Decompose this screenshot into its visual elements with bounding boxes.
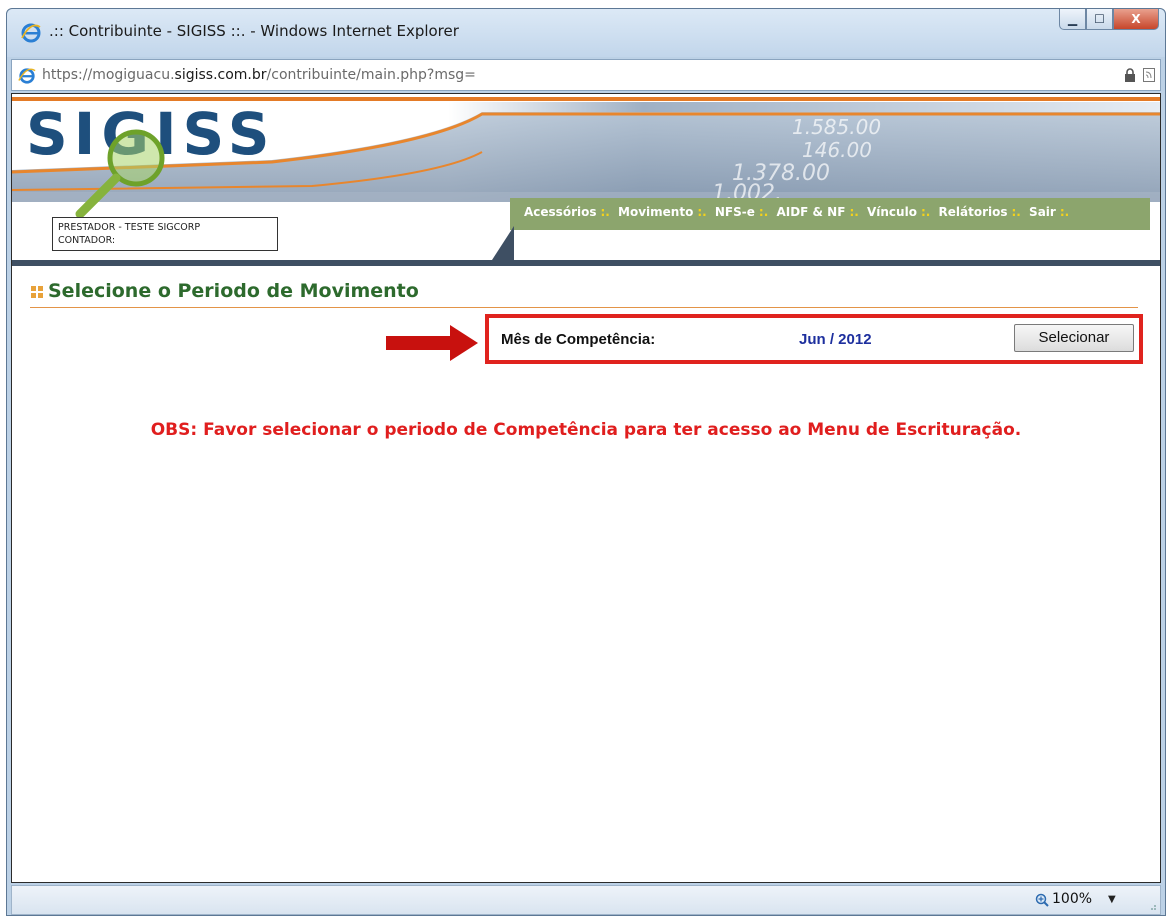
section-divider bbox=[30, 307, 1138, 308]
magnifier-icon bbox=[75, 129, 165, 219]
menu-item-nfse[interactable]: NFS-e bbox=[715, 205, 755, 219]
menu-item-aidf-nf[interactable]: AIDF & NF bbox=[776, 205, 845, 219]
url-text[interactable]: https://mogiguacu.sigiss.com.br/contribu… bbox=[42, 67, 476, 83]
menu-item-sair[interactable]: Sair bbox=[1029, 205, 1056, 219]
menu-separator: :. bbox=[600, 205, 610, 219]
maximize-button[interactable]: ☐ bbox=[1086, 9, 1113, 30]
minimize-button[interactable]: ▁ bbox=[1059, 9, 1086, 30]
title-bar: .:: Contribuinte - SIGISS ::. - Windows … bbox=[7, 9, 1165, 57]
menu-item-acessorios[interactable]: Acessórios bbox=[524, 205, 597, 219]
address-bar[interactable]: https://mogiguacu.sigiss.com.br/contribu… bbox=[11, 59, 1161, 91]
page-content: SIGISS 1.585.00 146.00 1.378.00 1.002. A… bbox=[11, 93, 1161, 883]
zoom-icon[interactable] bbox=[1035, 893, 1049, 907]
selecionar-button[interactable]: Selecionar bbox=[1014, 324, 1134, 352]
url-host-main: sigiss.com.br bbox=[174, 67, 267, 83]
status-bar: 100% ▼ bbox=[11, 885, 1161, 915]
menu-item-movimento[interactable]: Movimento bbox=[618, 205, 693, 219]
grid-bullet-icon bbox=[31, 286, 43, 298]
arrow-right-icon bbox=[386, 325, 478, 361]
banner-bottom-strip bbox=[12, 260, 1160, 266]
obs-message: OBS: Favor selecionar o periodo de Compe… bbox=[150, 420, 1022, 440]
bg-number: 1.585.00 bbox=[792, 115, 881, 139]
competencia-highlight-box: Mês de Competência: Jun / 2012 Seleciona… bbox=[485, 314, 1143, 364]
window-title: .:: Contribuinte - SIGISS ::. - Windows … bbox=[49, 22, 459, 40]
menu-separator: :. bbox=[1059, 205, 1070, 219]
menu-separator: :. bbox=[697, 205, 707, 219]
menu-separator: :. bbox=[1011, 205, 1021, 219]
url-host-prefix: mogiguacu. bbox=[92, 67, 175, 83]
menu-separator: :. bbox=[849, 205, 859, 219]
menu-separator: :. bbox=[920, 205, 931, 219]
user-info-box: PRESTADOR - TESTE SIGCORP CONTADOR: bbox=[52, 217, 278, 251]
menu-item-relatorios[interactable]: Relátorios bbox=[939, 205, 1008, 219]
close-button[interactable]: X bbox=[1113, 9, 1159, 30]
internet-explorer-icon bbox=[18, 68, 36, 84]
feeds-icon[interactable] bbox=[1143, 68, 1155, 82]
competencia-label: Mês de Competência: bbox=[501, 331, 656, 348]
sigiss-banner: SIGISS 1.585.00 146.00 1.378.00 1.002. A… bbox=[12, 94, 1160, 266]
contador-label: CONTADOR: bbox=[58, 235, 116, 246]
resize-grip-icon[interactable] bbox=[1147, 901, 1157, 911]
browser-window: .:: Contribuinte - SIGISS ::. - Windows … bbox=[6, 8, 1166, 916]
url-path: /contribuinte/main.php?msg= bbox=[266, 67, 476, 83]
menu-bar-corner bbox=[492, 226, 514, 260]
bg-number: 146.00 bbox=[802, 138, 872, 162]
url-scheme: https:// bbox=[42, 67, 93, 83]
prestador-label: PRESTADOR - TESTE SIGCORP bbox=[58, 222, 201, 233]
lock-icon[interactable] bbox=[1124, 68, 1136, 82]
page-title: Selecione o Periodo de Movimento bbox=[48, 280, 419, 302]
numbers-decoration: 1.585.00 146.00 1.378.00 1.002. bbox=[712, 115, 881, 202]
zoom-dropdown-icon[interactable]: ▼ bbox=[1108, 894, 1116, 905]
internet-explorer-icon bbox=[21, 23, 41, 43]
competencia-value[interactable]: Jun / 2012 bbox=[799, 331, 872, 348]
menu-separator: :. bbox=[758, 205, 769, 219]
menu-item-vinculo[interactable]: Vínculo bbox=[867, 205, 917, 219]
zoom-level[interactable]: 100% bbox=[1052, 891, 1092, 907]
main-menu: Acessórios:. Movimento:. NFS-e:. AIDF & … bbox=[524, 205, 1073, 219]
window-controls: ▁ ☐ X bbox=[1059, 9, 1159, 31]
